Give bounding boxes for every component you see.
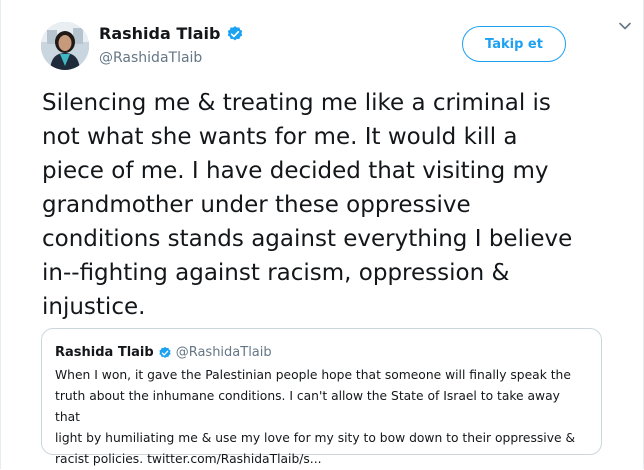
verified-icon: [158, 345, 172, 359]
verified-icon: [226, 25, 244, 43]
follow-button[interactable]: Takip et: [462, 26, 566, 62]
author-handle[interactable]: @RashidaTlaib: [99, 48, 244, 68]
quoted-tweet-author: Rashida Tlaib @RashidaTlaib: [55, 342, 588, 362]
tweet-text: Silencing me & treating me like a crimin…: [42, 90, 573, 320]
quoted-tweet-link[interactable]: twitter.com/RashidaTlaib/s...: [147, 452, 321, 466]
tweet-card: Rashida Tlaib @RashidaTlaib Takip et Sil…: [0, 0, 644, 469]
tweet-header: Rashida Tlaib @RashidaTlaib Takip et: [41, 18, 611, 74]
quoted-author-name: Rashida Tlaib: [55, 344, 154, 360]
quoted-author-handle: @RashidaTlaib: [175, 344, 272, 360]
avatar[interactable]: [41, 22, 89, 70]
profile-photo-icon: [41, 22, 89, 70]
author-name[interactable]: Rashida Tlaib: [99, 22, 220, 46]
chevron-down-icon[interactable]: [617, 18, 633, 34]
quoted-tweet[interactable]: Rashida Tlaib @RashidaTlaib When I won, …: [41, 328, 602, 466]
quoted-tweet-text: When I won, it gave the Palestinian peop…: [55, 365, 588, 470]
author-name-row: Rashida Tlaib: [99, 22, 244, 46]
author-info: Rashida Tlaib @RashidaTlaib: [99, 22, 244, 68]
